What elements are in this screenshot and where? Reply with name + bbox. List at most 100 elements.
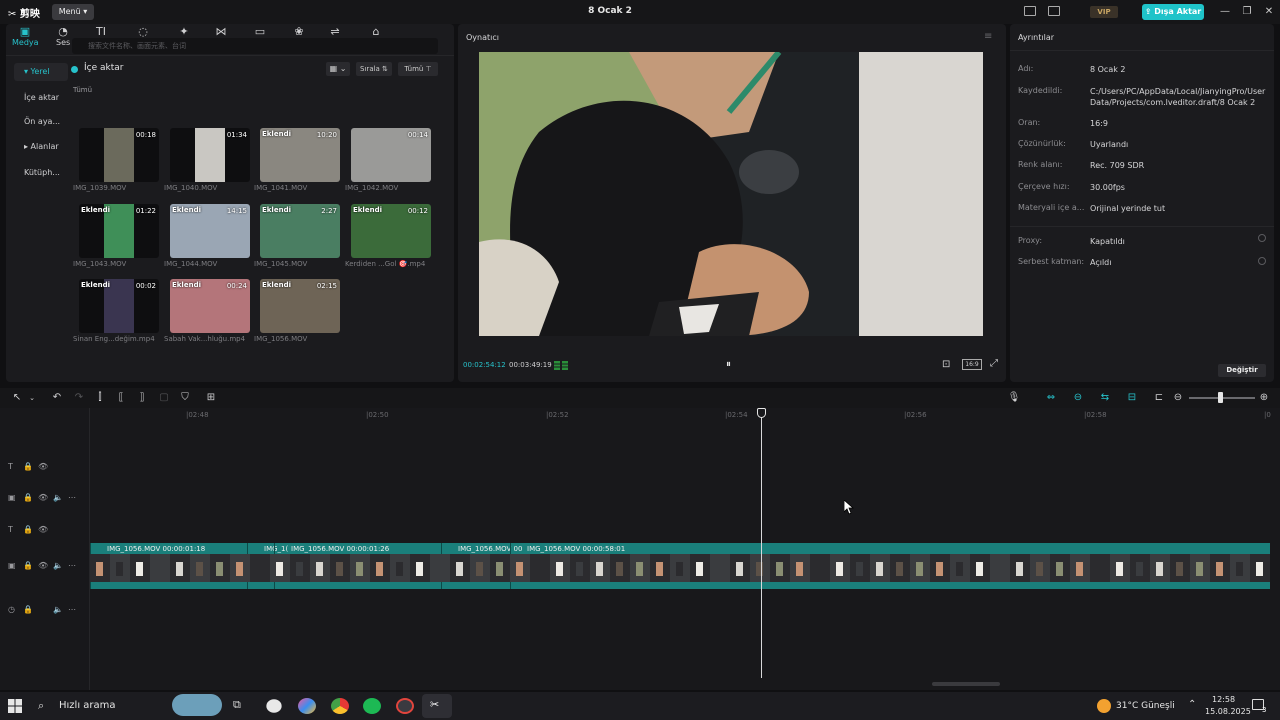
- split-icon[interactable]: ⫿: [93, 391, 107, 405]
- search-icon[interactable]: ⌕: [38, 699, 44, 713]
- media-clip[interactable]: Eklendi 10:20: [260, 128, 340, 182]
- detail-label: Oran:: [1018, 118, 1041, 127]
- media-clip[interactable]: 00:14: [351, 128, 431, 182]
- delete-icon[interactable]: ▢: [157, 391, 171, 405]
- more-icon[interactable]: ⋯: [68, 605, 83, 614]
- redo-icon[interactable]: ↷: [72, 391, 86, 405]
- snapshot-icon[interactable]: ⊡: [942, 359, 950, 370]
- weather-sun-icon[interactable]: [1097, 699, 1111, 713]
- zoom-in-icon[interactable]: ⊕: [1257, 391, 1271, 405]
- weather-text[interactable]: 31°C Güneşli: [1116, 701, 1175, 711]
- lock-icon[interactable]: 🔒: [23, 525, 38, 534]
- more-icon[interactable]: ⋯: [68, 493, 83, 502]
- media-clip[interactable]: 00:18: [79, 128, 159, 182]
- app-icon-chrome[interactable]: [331, 698, 349, 714]
- media-search-input[interactable]: 搜索文件名称、画面元素、台词: [72, 38, 438, 54]
- speaker-icon[interactable]: 🔈: [53, 605, 68, 614]
- media-clip[interactable]: Eklendi 00:24: [170, 279, 250, 333]
- filmstrip-detail: [516, 562, 523, 576]
- lock-icon[interactable]: 🔒: [23, 561, 38, 570]
- added-badge: Eklendi: [81, 206, 110, 214]
- zoom-slider-handle[interactable]: [1218, 392, 1223, 403]
- eye-icon[interactable]: 👁: [38, 561, 53, 570]
- sort-button[interactable]: Sırala ⇅: [356, 62, 392, 76]
- media-clip[interactable]: Eklendi 14:15: [170, 204, 250, 258]
- view-toggle-button[interactable]: ▦ ⌄: [326, 62, 350, 76]
- playhead[interactable]: [761, 416, 762, 678]
- menu-icon[interactable]: ≡: [984, 31, 992, 42]
- lock-icon[interactable]: 🔒: [23, 493, 38, 502]
- playhead-handle[interactable]: [757, 408, 766, 418]
- linkage-icon[interactable]: ⇆: [1098, 391, 1112, 405]
- minimize-icon[interactable]: —: [1218, 5, 1232, 19]
- tab-2[interactable]: ◔ Ses: [56, 26, 70, 52]
- media-clip[interactable]: Eklendi 2:27: [260, 204, 340, 258]
- microphone-icon[interactable]: 🎙: [1007, 391, 1021, 405]
- undo-icon[interactable]: ↶: [50, 391, 64, 405]
- video-preview[interactable]: [479, 52, 983, 336]
- export-button[interactable]: ⇪ Dışa Aktar: [1142, 4, 1204, 20]
- task-view-icon[interactable]: ⧉: [233, 698, 241, 712]
- aspect-ratio-button[interactable]: 16:9: [962, 359, 982, 370]
- clip-label: IMG_1056.MOV 00:00:01:26: [291, 545, 390, 553]
- filter-button[interactable]: Tümü ⊤: [398, 62, 438, 76]
- lock-icon[interactable]: 🔒: [23, 605, 38, 614]
- split-right-icon[interactable]: ⟧: [135, 391, 149, 405]
- select-tool-icon[interactable]: ↖: [10, 391, 24, 405]
- detail-value[interactable]: Açıldı: [1090, 257, 1270, 268]
- speaker-icon[interactable]: 🔈: [53, 561, 68, 570]
- change-button[interactable]: Değiştir: [1218, 364, 1266, 377]
- app-icon-copilot[interactable]: [298, 698, 316, 714]
- speaker-icon[interactable]: 🔈: [53, 493, 68, 502]
- fit-timeline-icon[interactable]: ⊏: [1152, 391, 1166, 405]
- preview-axis-icon[interactable]: ⊟: [1125, 391, 1139, 405]
- split-left-icon[interactable]: ⟦: [114, 391, 128, 405]
- media-clip[interactable]: Eklendi 01:22: [79, 204, 159, 258]
- close-icon[interactable]: ✕: [1262, 5, 1276, 19]
- tray-chevron-icon[interactable]: ⌃: [1188, 699, 1196, 710]
- import-label[interactable]: İçe aktar: [84, 63, 123, 73]
- filmstrip-detail: [556, 562, 563, 576]
- detail-value[interactable]: Kapatıldı: [1090, 236, 1270, 247]
- import-icon[interactable]: [71, 66, 78, 73]
- side-nav-item[interactable]: ▾ Yerel: [14, 63, 68, 81]
- eye-icon[interactable]: 👁: [38, 462, 53, 471]
- media-clip[interactable]: Eklendi 00:02: [79, 279, 159, 333]
- vip-badge[interactable]: VIP: [1090, 6, 1118, 18]
- media-clip[interactable]: Eklendi 02:15: [260, 279, 340, 333]
- app-icon-spotify[interactable]: [363, 698, 381, 714]
- windows-start-icon[interactable]: [8, 699, 22, 713]
- info-icon[interactable]: [1258, 257, 1266, 265]
- media-clip[interactable]: 01:34: [170, 128, 250, 182]
- clock-date[interactable]: 15.08.2025: [1205, 707, 1251, 716]
- media-clip[interactable]: Eklendi 00:12: [351, 204, 431, 258]
- layout-icon[interactable]: [1024, 6, 1036, 16]
- zoom-out-icon[interactable]: ⊖: [1171, 391, 1185, 405]
- fullscreen-icon[interactable]: ⤢: [990, 358, 998, 369]
- side-nav-item[interactable]: İçe aktar: [14, 89, 68, 107]
- app-icon-obs[interactable]: [396, 698, 414, 714]
- thumbnail-icon[interactable]: ⊞: [204, 391, 218, 405]
- maximize-icon[interactable]: ❐: [1240, 5, 1254, 19]
- marker-icon[interactable]: ⛉: [178, 391, 192, 405]
- app-icon-discord[interactable]: [266, 699, 282, 713]
- side-nav-item[interactable]: Kütüph...: [14, 164, 68, 182]
- tab-1[interactable]: ▣ Medya: [12, 26, 39, 52]
- info-icon[interactable]: [1258, 234, 1266, 242]
- eye-icon[interactable]: 👁: [38, 525, 53, 534]
- auto-snap-icon[interactable]: ⊖: [1071, 391, 1085, 405]
- side-nav-item[interactable]: ▸ Alanlar: [14, 138, 68, 156]
- menu-button[interactable]: Menü ▾: [52, 4, 94, 20]
- chevron-down-icon[interactable]: ⌄: [25, 391, 39, 405]
- notification-count: 3: [1262, 706, 1267, 714]
- layout-grid-icon[interactable]: [1048, 6, 1060, 16]
- side-nav-item[interactable]: Ön aya...: [14, 113, 68, 131]
- eye-icon[interactable]: 👁: [38, 493, 53, 502]
- taskbar-search[interactable]: Hızlı arama: [59, 700, 116, 711]
- more-icon[interactable]: ⋯: [68, 561, 83, 570]
- pause-button[interactable]: ⏸: [726, 359, 731, 370]
- lock-icon[interactable]: 🔒: [23, 462, 38, 471]
- timeline-scrollbar[interactable]: [932, 682, 1000, 686]
- main-track-magnet-icon[interactable]: ⇔: [1044, 391, 1058, 405]
- clock-time[interactable]: 12:58: [1212, 695, 1235, 704]
